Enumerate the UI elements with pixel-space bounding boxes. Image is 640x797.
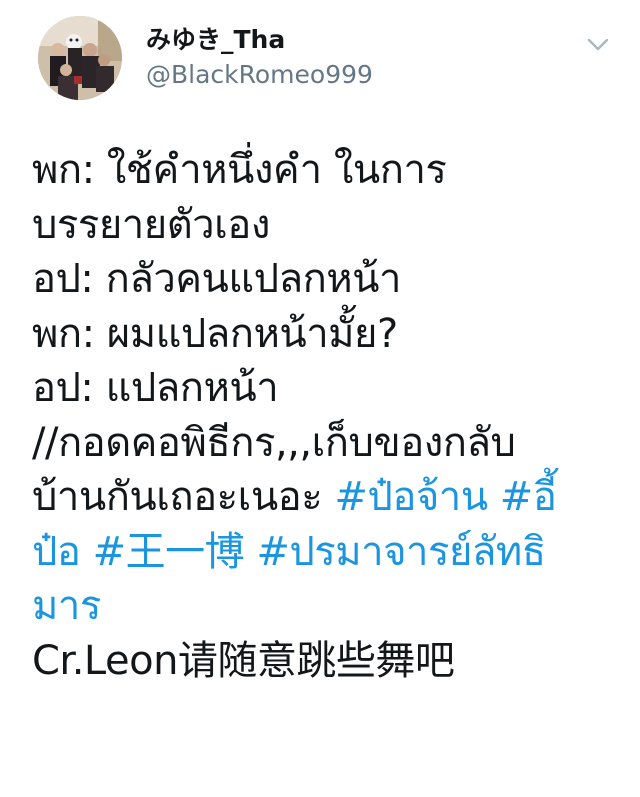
hashtag-link[interactable]: #王一博 [93,529,245,575]
hashtag-link[interactable]: #อี้ [500,474,557,520]
tweet-line-with-hashtags: บ้านกันเถอะเนอะ #ป๋อจ้าน #อี้ [32,470,617,525]
hashtag-link[interactable]: #ปรมาจารย์ลัทธิ [256,529,546,575]
tweet-line: พก: ใช้คำหนึ่งคำ ในการ [32,147,447,193]
user-handle[interactable]: @BlackRomeo999 [146,60,373,89]
tweet-line-hashtags: มาร [32,579,617,634]
tweet-line: พก: ผมแปลกหน้ามั้ย? [32,310,398,357]
avatar[interactable] [38,16,122,100]
group-photo-avatar-icon [38,16,122,100]
credit-line: Cr.Leon请随意跳些舞吧 [32,637,455,684]
hashtag-link[interactable]: #ป๋อจ้าน [334,474,488,520]
tweet-header: みゆき_Tha @BlackRomeo999 [0,0,640,120]
hashtag-link[interactable]: ป๋อ [32,529,81,575]
tweet-line: //กอดคอพิธีกร,,,เก็บของกลับ [32,419,516,466]
hashtag-link[interactable]: มาร [32,583,101,629]
tweet-text: พก: ใช้คำหนึ่งคำ ในการ บรรยายตัวเอง อป: … [32,143,617,688]
tweet-line: บรรยายตัวเอง [32,201,270,248]
display-name[interactable]: みゆき_Tha [146,20,285,56]
tweet-line-text: บ้านกันเถอะเนอะ [32,474,335,520]
tweet-line: อป: กลัวคนแปลกหน้า [32,256,401,302]
chevron-down-icon[interactable] [584,30,612,58]
tweet-line-hashtags: ป๋อ #王一博 #ปรมาจารย์ลัทธิ [32,525,617,580]
tweet-line: อป: แปลกหน้า [32,365,279,411]
